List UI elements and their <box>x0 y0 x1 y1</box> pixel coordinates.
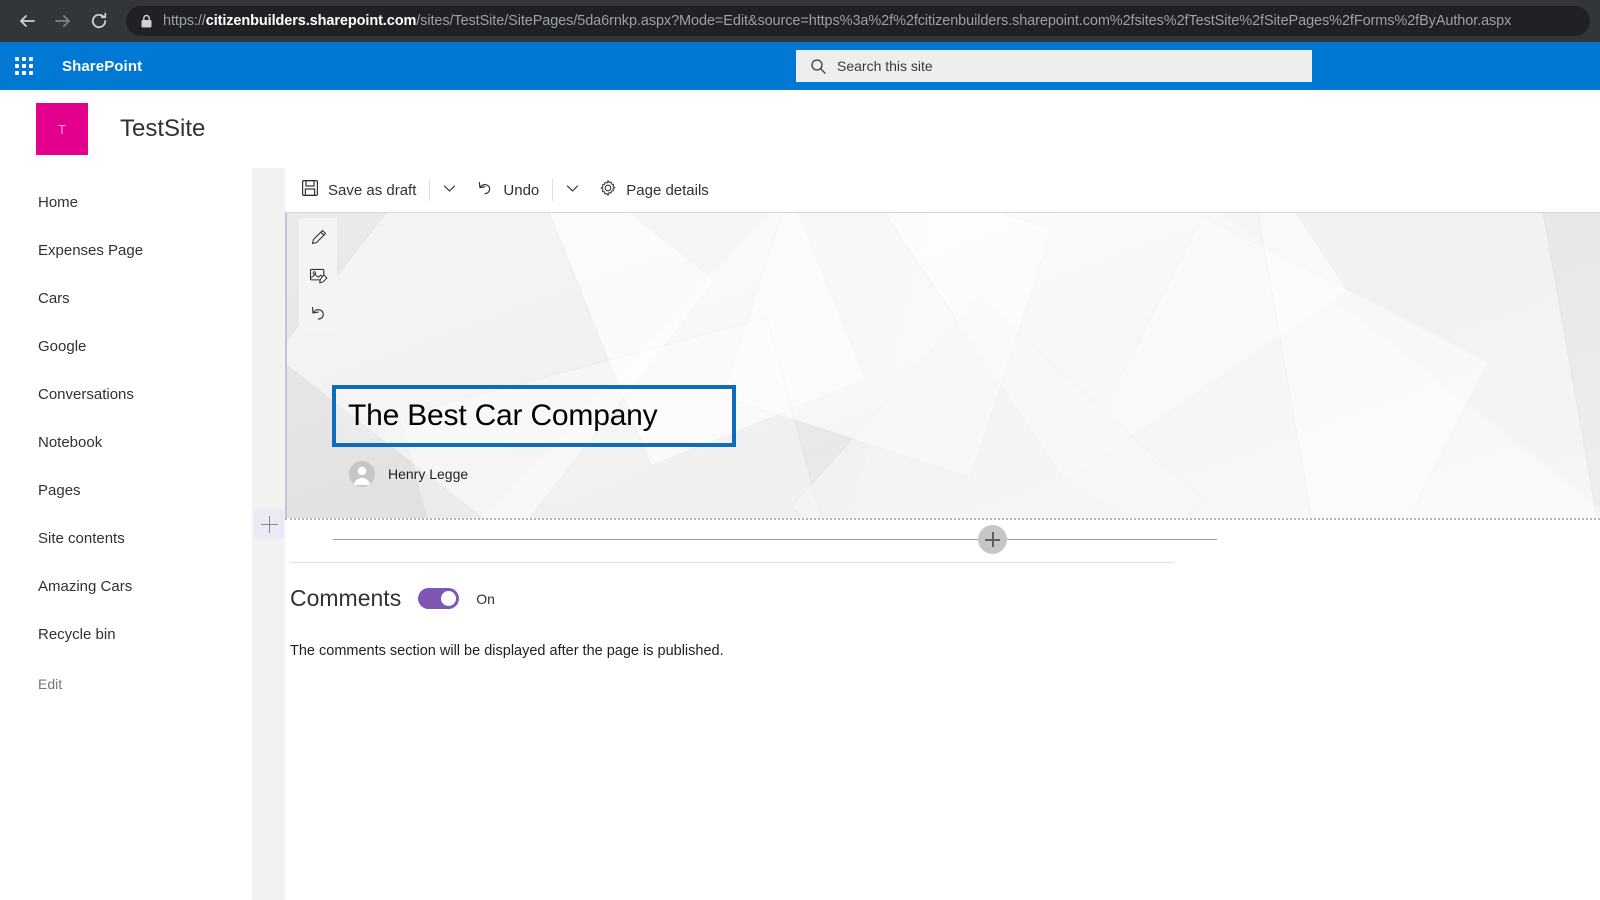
page-title-field[interactable] <box>332 385 736 447</box>
sidebar-item-site-contents[interactable]: Site contents <box>0 514 252 562</box>
site-title[interactable]: TestSite <box>120 115 205 143</box>
comments-section: Comments On The comments section will be… <box>285 563 1600 659</box>
page-title-input[interactable] <box>336 399 732 433</box>
pencil-icon[interactable] <box>299 218 337 256</box>
comments-toggle-state-label: On <box>476 590 495 607</box>
page-canvas: Save as draft Undo Page details The Best… <box>285 168 1600 900</box>
hero-webpart[interactable]: Henry Legge <box>285 212 1600 518</box>
command-bar: Save as draft Undo Page details <box>285 168 1600 212</box>
secure-lock-icon <box>140 14 153 29</box>
toggle-knob <box>441 591 457 606</box>
section-divider <box>285 518 1600 562</box>
undo-icon[interactable] <box>299 294 337 332</box>
page-details-label: Page details <box>626 181 709 199</box>
section-dotted-boundary <box>285 518 1600 520</box>
plus-icon <box>985 532 1000 547</box>
sidebar-item-home[interactable]: Home <box>0 178 252 226</box>
app-launcher-icon[interactable] <box>0 42 48 90</box>
sidebar-item-google[interactable]: Google <box>0 322 252 370</box>
sharepoint-suite-bar: SharePoint <box>0 42 1600 90</box>
sidebar-item-notebook[interactable]: Notebook <box>0 418 252 466</box>
comments-header: Comments On <box>290 585 1600 612</box>
forward-arrow-icon[interactable] <box>46 4 80 38</box>
chevron-down-icon <box>565 181 580 200</box>
comments-title: Comments <box>290 585 402 611</box>
page-author-name: Henry Legge <box>388 466 469 482</box>
save-icon <box>301 179 319 201</box>
search-box[interactable] <box>796 50 1312 82</box>
sidebar-edit-link[interactable]: Edit <box>0 660 252 708</box>
save-options-chevron-button[interactable] <box>433 170 466 210</box>
search-icon <box>810 58 827 75</box>
undo-button[interactable]: Undo <box>466 170 549 210</box>
undo-label: Undo <box>503 181 540 199</box>
sharepoint-brand-link[interactable]: SharePoint <box>62 58 142 75</box>
site-header: T TestSite <box>0 90 1600 168</box>
page-author: Henry Legge <box>349 461 468 487</box>
hero-image-toolbar <box>299 218 337 332</box>
sidebar-item-cars[interactable]: Cars <box>0 274 252 322</box>
save-as-draft-label: Save as draft <box>328 181 417 199</box>
command-bar-separator-2 <box>552 179 554 201</box>
comments-toggle[interactable] <box>418 588 460 609</box>
add-webpart-rule <box>333 539 1217 540</box>
change-image-icon[interactable] <box>299 256 337 294</box>
sidebar-item-amazing-cars[interactable]: Amazing Cars <box>0 562 252 610</box>
person-avatar-icon <box>349 461 375 487</box>
sidebar-item-conversations[interactable]: Conversations <box>0 370 252 418</box>
sidebar-item-expenses-page[interactable]: Expenses Page <box>0 226 252 274</box>
canvas-left-gutter <box>253 168 285 900</box>
page-body: Home Expenses Page Cars Google Conversat… <box>0 168 1600 900</box>
gear-icon <box>599 179 617 201</box>
save-as-draft-button[interactable]: Save as draft <box>291 170 426 210</box>
sidebar-item-recycle-bin[interactable]: Recycle bin <box>0 610 252 658</box>
chevron-down-icon <box>442 181 457 200</box>
plus-icon <box>260 515 278 533</box>
search-input[interactable] <box>837 58 1302 74</box>
sidebar-item-pages[interactable]: Pages <box>0 466 252 514</box>
comments-note: The comments section will be displayed a… <box>290 643 724 659</box>
left-navigation: Home Expenses Page Cars Google Conversat… <box>0 168 253 900</box>
address-bar[interactable]: https://citizenbuilders.sharepoint.com/s… <box>126 6 1590 36</box>
page-details-button[interactable]: Page details <box>589 170 719 210</box>
undo-icon <box>476 179 494 201</box>
reload-icon[interactable] <box>82 4 116 38</box>
command-bar-separator-1 <box>429 179 431 201</box>
add-section-button[interactable] <box>254 509 284 539</box>
add-webpart-button[interactable] <box>978 525 1007 554</box>
undo-options-chevron-button[interactable] <box>556 170 589 210</box>
back-arrow-icon[interactable] <box>10 4 44 38</box>
browser-toolbar: https://citizenbuilders.sharepoint.com/s… <box>0 0 1600 42</box>
site-logo[interactable]: T <box>36 103 88 155</box>
address-bar-text: https://citizenbuilders.sharepoint.com/s… <box>163 13 1512 29</box>
